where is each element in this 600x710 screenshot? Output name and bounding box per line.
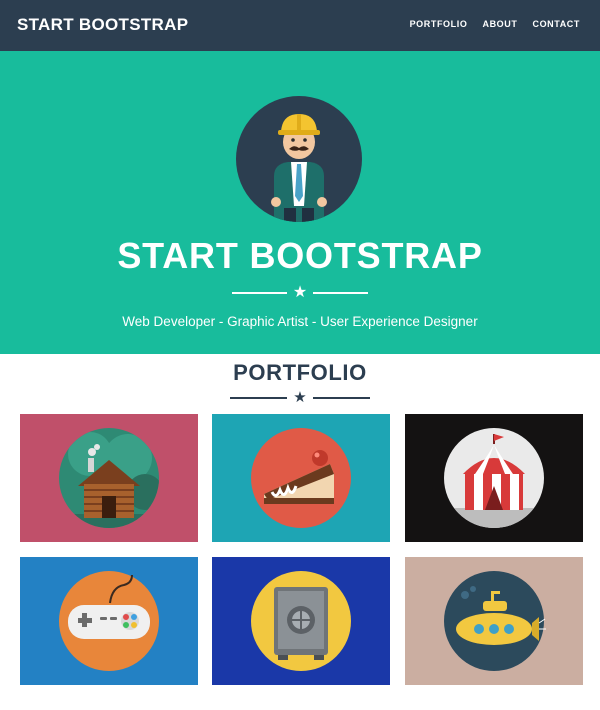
divider-line-left [231,292,287,294]
nav-link-about[interactable]: ABOUT [482,19,517,29]
log-cabin-icon [20,414,198,542]
portfolio-item-cabin[interactable] [20,414,198,542]
construction-worker-avatar [236,96,362,222]
submarine-icon [405,557,583,685]
brand-link[interactable]: START BOOTSTRAP [17,15,188,35]
cake-slice-icon [212,414,390,542]
hero-header: START BOOTSTRAP ★ Web Developer - Graphi… [0,51,600,354]
divider-line-left [230,397,288,399]
game-controller-icon [20,557,198,685]
portfolio-star-divider: ★ [0,390,600,406]
star-icon: ★ [292,284,308,301]
divider-line-right [312,397,370,399]
navbar: START BOOTSTRAP PORTFOLIO ABOUT CONTACT [0,0,600,51]
portfolio-item-circus[interactable] [405,414,583,542]
divider-line-right [313,292,369,294]
nav-links: PORTFOLIO ABOUT CONTACT [410,19,580,29]
hero-subtitle: Web Developer - Graphic Artist - User Ex… [122,314,478,329]
hero-title: START BOOTSTRAP [117,235,483,276]
hero-star-divider: ★ [0,285,600,301]
portfolio-item-game[interactable] [20,557,198,685]
nav-link-portfolio[interactable]: PORTFOLIO [410,19,468,29]
circus-tent-icon [405,414,583,542]
portfolio-item-submarine[interactable] [405,557,583,685]
star-icon: ★ [293,389,307,406]
portfolio-heading: PORTFOLIO [233,360,367,385]
nav-link-contact[interactable]: CONTACT [532,19,580,29]
safe-icon [212,557,390,685]
portfolio-item-safe[interactable] [212,557,390,685]
portfolio-item-cake[interactable] [212,414,390,542]
